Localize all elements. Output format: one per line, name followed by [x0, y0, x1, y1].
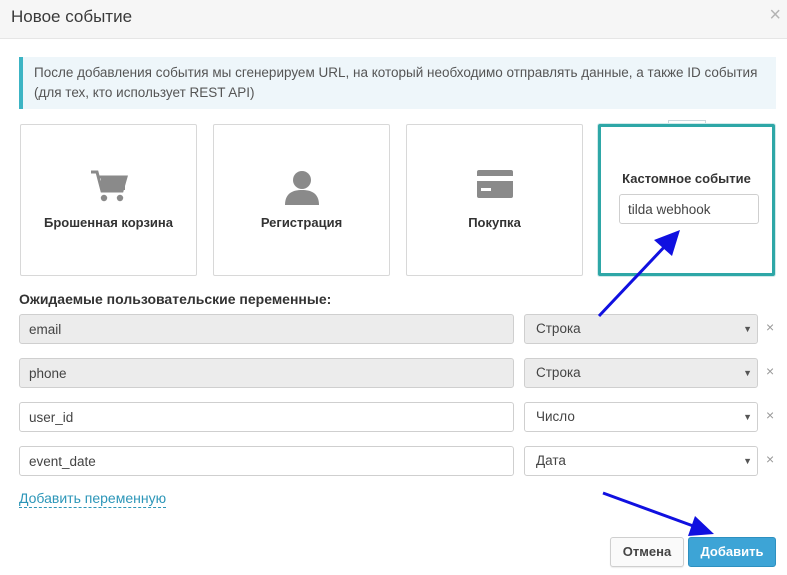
custom-event-name-input[interactable]	[619, 194, 759, 224]
chevron-down-icon: ▼	[743, 412, 752, 422]
variable-name-input	[19, 314, 514, 344]
info-alert: После добавления события мы сгенерируем …	[19, 57, 776, 109]
add-button[interactable]: Добавить	[688, 537, 776, 567]
dialog-title: Новое событие	[11, 7, 133, 26]
user-icon	[284, 171, 319, 205]
chevron-down-icon: ▼	[743, 456, 752, 466]
event-type-label: Регистрация	[260, 215, 343, 230]
variable-type-value: Строка	[536, 321, 581, 336]
cart-icon	[90, 170, 128, 202]
close-icon[interactable]: ×	[769, 5, 781, 25]
variable-name-input	[19, 358, 514, 388]
cancel-button[interactable]: Отмена	[610, 537, 684, 567]
remove-variable-icon[interactable]: ×	[766, 363, 774, 379]
variable-type-select[interactable]: Строка ▼	[524, 314, 758, 344]
variable-type-select[interactable]: Число ▼	[524, 402, 758, 432]
variable-type-select[interactable]: Дата ▼	[524, 446, 758, 476]
variable-type-value: Число	[536, 409, 575, 424]
remove-variable-icon[interactable]: ×	[766, 407, 774, 423]
add-variable-link[interactable]: Добавить переменную	[19, 490, 167, 508]
annotation-arrow-icon	[602, 491, 714, 536]
variable-type-select[interactable]: Строка ▼	[524, 358, 758, 388]
event-type-label: Покупка	[468, 215, 521, 230]
event-type-card-purchase[interactable]: Покупка	[406, 124, 583, 276]
event-type-card-registration[interactable]: Регистрация	[213, 124, 390, 276]
variable-name-input[interactable]	[19, 402, 514, 432]
event-type-label: Кастомное событие	[622, 171, 751, 186]
variable-type-value: Дата	[536, 453, 566, 468]
remove-variable-icon[interactable]: ×	[766, 319, 774, 335]
credit-card-icon	[476, 170, 513, 198]
variables-section-label: Ожидаемые пользовательские переменные:	[19, 291, 332, 307]
event-type-card-cart[interactable]: Брошенная корзина	[20, 124, 197, 276]
event-type-label: Брошенная корзина	[43, 215, 173, 230]
event-type-card-custom[interactable]: Кастомное событие	[598, 124, 775, 276]
chevron-down-icon: ▼	[743, 368, 752, 378]
variable-name-input[interactable]	[19, 446, 514, 476]
dialog-header: Новое событие ×	[0, 0, 787, 39]
remove-variable-icon[interactable]: ×	[766, 451, 774, 467]
variable-type-value: Строка	[536, 365, 581, 380]
chevron-down-icon: ▼	[743, 324, 752, 334]
